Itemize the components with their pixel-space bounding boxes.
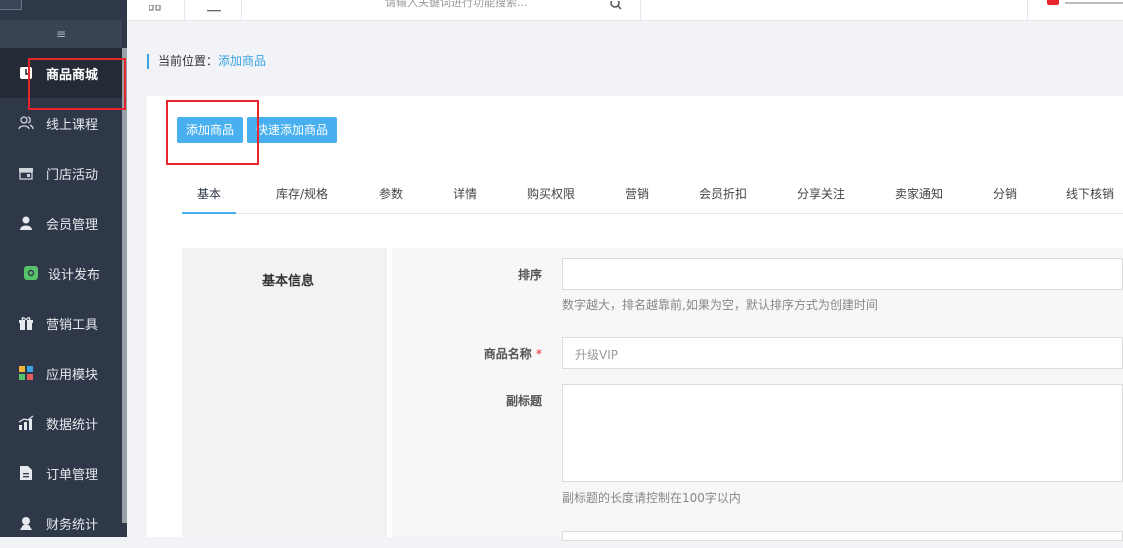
highlight-box-sidebar: [28, 58, 126, 110]
tab-share-follow[interactable]: 分享关注: [787, 176, 855, 212]
subtitle-label: 副标题: [505, 394, 542, 408]
search-input[interactable]: 请输入关键词进行功能搜索...: [385, 0, 528, 10]
subtitle-textarea[interactable]: [562, 384, 1123, 482]
sidebar-item-label: 营销工具: [46, 317, 99, 333]
sidebar-scrollbar-thumb[interactable]: [122, 48, 127, 523]
collapse-icon: ≡: [55, 27, 67, 41]
notification-icon[interactable]: [1047, 0, 1059, 5]
sidebar-item-label: 线上课程: [46, 117, 99, 133]
order-icon: [18, 465, 34, 481]
next-field-input[interactable]: [562, 531, 1123, 541]
sidebar-item-label: 设计发布: [48, 267, 101, 283]
tab-inventory-spec[interactable]: 库存/规格: [266, 176, 338, 212]
users-icon: [18, 115, 34, 131]
tab-params[interactable]: 参数: [369, 176, 413, 212]
chart-icon: [18, 415, 34, 431]
goods-name-label: 商品名称 *: [470, 345, 542, 362]
tab-bar: 基本 库存/规格 参数 详情 购买权限 营销 会员折扣 分享关注 卖家通知 分销…: [182, 176, 1123, 214]
shop-icon: [18, 165, 34, 181]
top-header: 请输入关键词进行功能搜索...: [127, 0, 1123, 21]
header-divider: [241, 0, 242, 20]
sort-label: 排序: [517, 268, 542, 282]
sidebar-item-label: 会员管理: [46, 217, 99, 233]
sidebar-item-statistics[interactable]: 数据统计: [0, 398, 122, 448]
breadcrumb: 当前位置：添加商品: [147, 54, 266, 69]
sidebar-item-design-publish[interactable]: 设计发布: [0, 248, 122, 298]
sidebar-item-member-management[interactable]: 会员管理: [0, 198, 122, 248]
sidebar-item-finance[interactable]: 财务统计: [0, 498, 122, 548]
tab-offline-verify[interactable]: 线下核销: [1057, 176, 1123, 212]
tab-distribution[interactable]: 分销: [983, 176, 1027, 212]
grid-icon[interactable]: [148, 0, 161, 17]
sort-input[interactable]: [562, 258, 1123, 290]
header-divider: [640, 0, 641, 20]
finance-icon: [18, 515, 34, 531]
quick-add-goods-button[interactable]: 快速添加商品: [247, 117, 337, 143]
search-icon[interactable]: [609, 0, 623, 15]
sidebar-item-label: 财务统计: [46, 517, 99, 533]
highlight-box-add-button: [166, 100, 259, 165]
tab-seller-notify[interactable]: 卖家通知: [885, 176, 953, 212]
goods-name-label-text: 商品名称: [483, 347, 532, 361]
sidebar-toggle-icon[interactable]: [0, 0, 22, 10]
breadcrumb-prefix: 当前位置：: [158, 54, 219, 68]
sidebar-nav: 商品商城 线上课程 门店活动 会员管理 设计发布 营销工具 应用模块 数据统计 …: [0, 48, 122, 548]
tab-purchase-permission[interactable]: 购买权限: [517, 176, 585, 212]
header-divider: [184, 0, 185, 20]
user-icon: [18, 215, 34, 231]
sort-hint: 数字越大，排名越靠前,如果为空，默认排序方式为创建时间: [562, 298, 878, 312]
tab-basic[interactable]: 基本: [182, 176, 236, 214]
apps-icon: [18, 365, 34, 381]
breadcrumb-current[interactable]: 添加商品: [218, 54, 266, 68]
required-mark: *: [536, 347, 542, 361]
sidebar-item-label: 门店活动: [46, 167, 99, 183]
menu-icon[interactable]: [207, 0, 221, 18]
sidebar-item-marketing-tools[interactable]: 营销工具: [0, 298, 122, 348]
sidebar-collapse-button[interactable]: ≡: [0, 20, 122, 48]
user-name-fragment[interactable]: [1065, 2, 1123, 4]
gift-icon: [18, 315, 34, 331]
sidebar-item-order-management[interactable]: 订单管理: [0, 448, 122, 498]
goods-name-placeholder: 升级VIP: [575, 348, 618, 362]
goods-name-input[interactable]: 升级VIP: [562, 337, 1123, 369]
tab-member-discount[interactable]: 会员折扣: [689, 176, 757, 212]
tab-details[interactable]: 详情: [443, 176, 487, 212]
sidebar-item-app-modules[interactable]: 应用模块: [0, 348, 122, 398]
tab-marketing[interactable]: 营销: [615, 176, 659, 212]
sidebar-item-label: 数据统计: [46, 417, 99, 433]
form-section-sidebar: [182, 248, 387, 537]
header-divider: [1027, 0, 1028, 20]
sidebar-item-store-activity[interactable]: 门店活动: [0, 148, 122, 198]
section-title: 基本信息: [262, 274, 315, 289]
sidebar-item-label: 订单管理: [46, 467, 99, 483]
subtitle-hint: 副标题的长度请控制在100字以内: [562, 491, 741, 505]
sidebar-item-label: 应用模块: [46, 367, 99, 383]
design-icon: [23, 265, 39, 281]
